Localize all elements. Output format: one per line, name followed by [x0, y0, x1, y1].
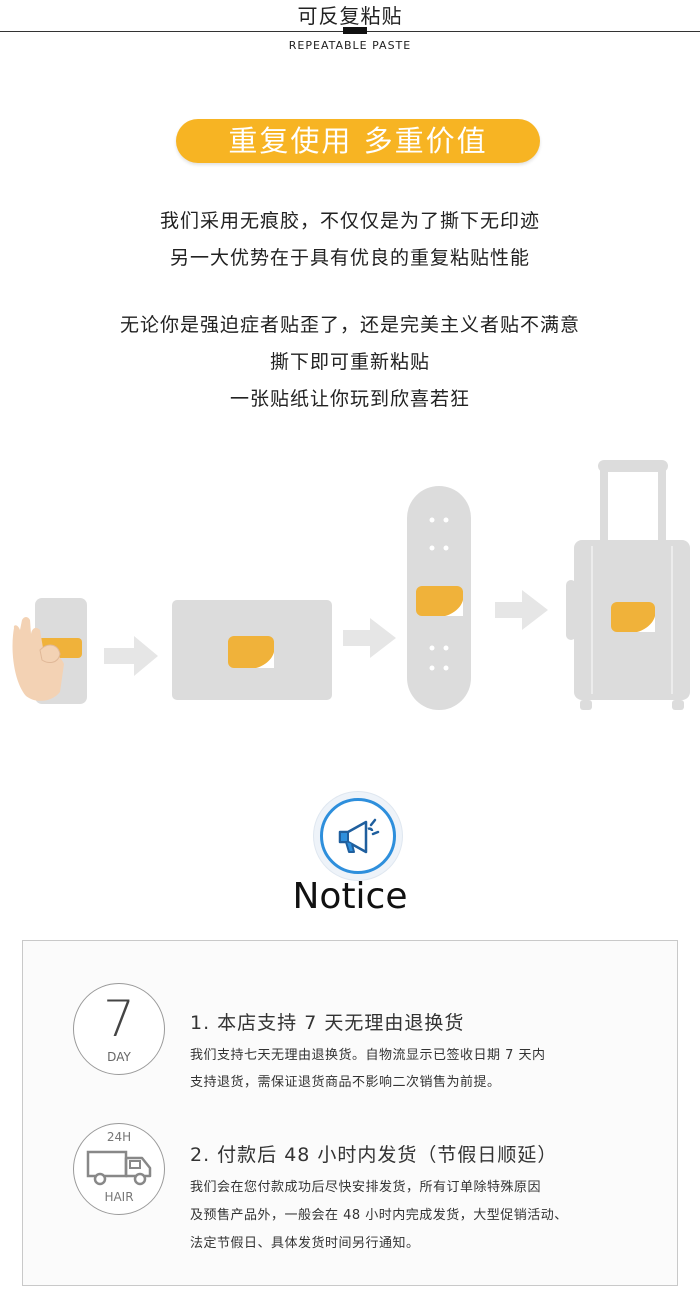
megaphone-icon	[320, 798, 396, 874]
header-divider-mark	[343, 27, 367, 34]
arrow-icon	[104, 636, 158, 676]
badge-number: 24H	[106, 1130, 132, 1144]
policy-desc-line: 及预售产品外，一般会在 48 小时内完成发货，大型促销活动、	[190, 1208, 568, 1223]
arrow-icon	[343, 618, 396, 658]
badge-number: 7	[103, 990, 135, 1048]
intro-line: 撕下即可重新粘贴	[269, 351, 430, 373]
badge-unit: DAY	[107, 1050, 131, 1064]
section-subtitle: REPEATABLE PASTE	[288, 39, 412, 52]
policy-title: 1. 本店支持 7 天无理由退换货	[190, 1012, 465, 1034]
policy-desc-line: 我们会在您付款成功后尽快安排发货，所有订单除特殊原因	[190, 1180, 542, 1195]
skateboard-icon	[407, 486, 471, 710]
truck-icon	[86, 1150, 152, 1186]
suitcase-icon	[566, 460, 690, 710]
policy-desc-line: 支持退货，需保证退货商品不影响二次销售为前提。	[190, 1075, 501, 1090]
seven-day-icon: 7 DAY	[73, 983, 165, 1075]
intro-line: 我们采用无痕胶，不仅仅是为了撕下无印迹	[159, 210, 540, 232]
delivery-truck-icon: 24H HAIR	[73, 1123, 165, 1215]
intro-line: 另一大优势在于具有优良的重复粘贴性能	[169, 247, 530, 269]
notice-title: Notice	[292, 876, 408, 917]
laptop-icon	[172, 600, 332, 700]
intro-line: 无论你是强迫症者贴歪了，还是完美主义者贴不满意	[119, 314, 580, 336]
policy-title: 2. 付款后 48 小时内发货（节假日顺延）	[190, 1144, 558, 1166]
badge-unit: HAIR	[104, 1190, 134, 1204]
reuse-illustration	[12, 460, 690, 710]
arrow-icon	[495, 590, 548, 630]
feature-banner: 重复使用 多重价值	[176, 119, 540, 163]
intro-line: 一张贴纸让你玩到欣喜若狂	[229, 388, 470, 410]
policy-desc-line: 法定节假日、具体发货时间另行通知。	[190, 1236, 420, 1251]
policy-desc-line: 我们支持七天无理由退换货。自物流显示已签收日期 7 天内	[190, 1048, 546, 1063]
section-title: 可反复粘贴	[297, 4, 403, 28]
